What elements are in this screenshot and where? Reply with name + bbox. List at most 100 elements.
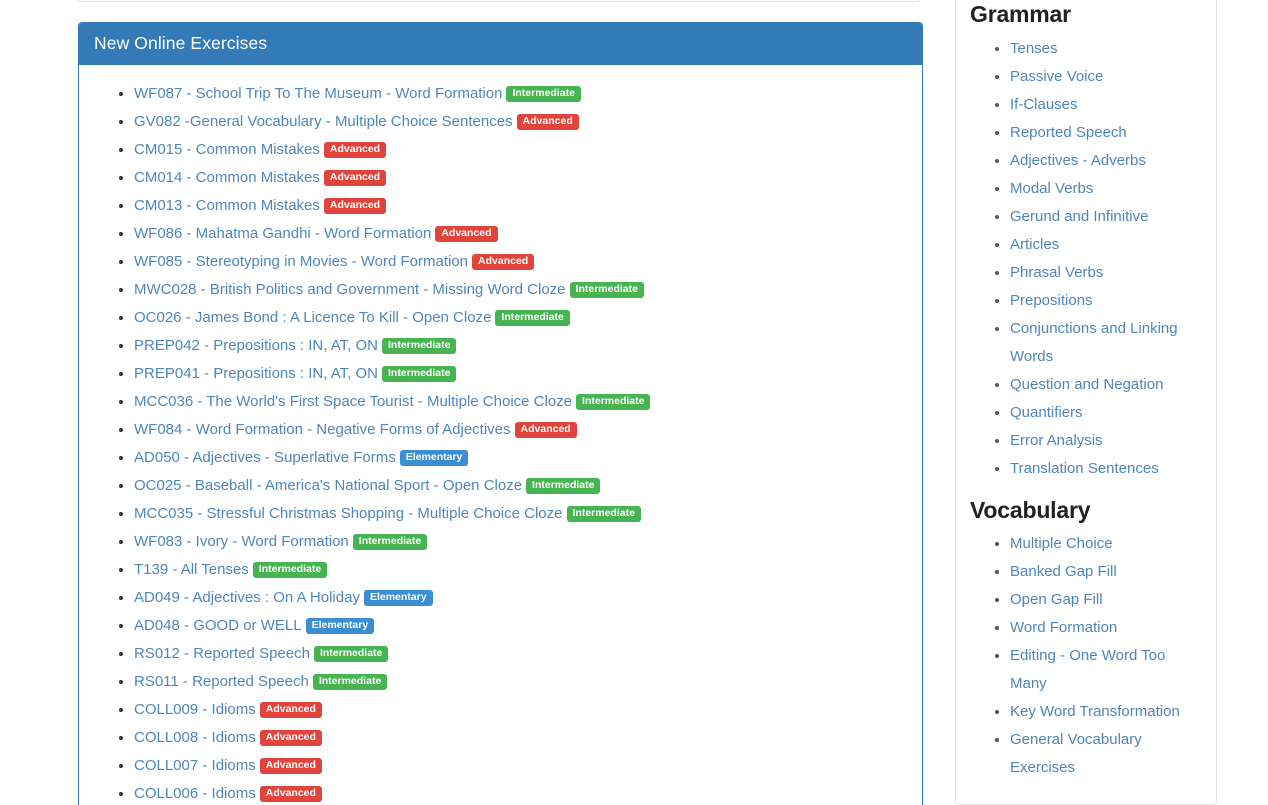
exercise-link[interactable]: RS011 - Reported Speech xyxy=(134,673,309,690)
sidebar-item-gerund-and-infinitive[interactable]: Gerund and Infinitive xyxy=(1010,208,1148,225)
sidebar-list-item: Passive Voice xyxy=(1010,63,1202,91)
sidebar-section-list: Multiple Choice Banked Gap Fill Open Gap F… xyxy=(970,530,1202,782)
level-badge: Advanced xyxy=(260,786,322,802)
level-badge: Intermediate xyxy=(382,366,456,382)
exercise-link[interactable]: MWC028 - British Politics and Government… xyxy=(134,281,566,298)
exercise-link[interactable]: WF086 - Mahatma Gandhi - Word Formation xyxy=(134,225,431,242)
sidebar-item-key-word-transformation[interactable]: Key Word Transformation xyxy=(1010,703,1180,720)
level-badge: Advanced xyxy=(517,114,579,130)
sidebar-item-error-analysis[interactable]: Error Analysis xyxy=(1010,432,1103,449)
sidebar-item-quantifiers[interactable]: Quantifiers xyxy=(1010,404,1083,421)
exercise-link[interactable]: OC026 - James Bond : A Licence To Kill -… xyxy=(134,309,491,326)
sidebar-item-phrasal-verbs[interactable]: Phrasal Verbs xyxy=(1010,264,1103,281)
sidebar-list-item: Adjectives - Adverbs xyxy=(1010,147,1202,175)
sidebar-item-if-clauses[interactable]: If-Clauses xyxy=(1010,96,1078,113)
exercise-list-item: CM013 - Common MistakesAdvanced xyxy=(134,192,907,220)
exercise-link[interactable]: AD049 - Adjectives : On A Holiday xyxy=(134,589,360,606)
exercise-list-item: COLL006 - IdiomsAdvanced xyxy=(134,780,907,805)
sidebar-item-word-formation[interactable]: Word Formation xyxy=(1010,619,1117,636)
exercise-link[interactable]: COLL008 - Idioms xyxy=(134,729,256,746)
level-badge: Advanced xyxy=(515,422,577,438)
level-badge: Advanced xyxy=(324,198,386,214)
sidebar-list-item: Multiple Choice xyxy=(1010,530,1202,558)
sidebar-item-articles[interactable]: Articles xyxy=(1010,236,1059,253)
exercise-link[interactable]: COLL007 - Idioms xyxy=(134,757,256,774)
sidebar-list-item: Translation Sentences xyxy=(1010,455,1202,483)
level-badge: Intermediate xyxy=(353,534,427,550)
sidebar-item-question-and-negation[interactable]: Question and Negation xyxy=(1010,376,1163,393)
exercise-link[interactable]: MCC036 - The World's First Space Tourist… xyxy=(134,393,572,410)
sidebar-item-reported-speech[interactable]: Reported Speech xyxy=(1010,124,1127,141)
sidebar-section-list: Tenses Passive Voice If-Clauses Reported Sp… xyxy=(970,35,1202,483)
exercise-list-item: RS012 - Reported SpeechIntermediate xyxy=(134,640,907,668)
sidebar-list-item: Modal Verbs xyxy=(1010,175,1202,203)
sidebar-item-tenses[interactable]: Tenses xyxy=(1010,40,1058,57)
level-badge: Advanced xyxy=(260,702,322,718)
exercise-link[interactable]: CM013 - Common Mistakes xyxy=(134,197,320,214)
exercise-list-item: COLL007 - IdiomsAdvanced xyxy=(134,752,907,780)
exercise-link[interactable]: WF083 - Ivory - Word Formation xyxy=(134,533,349,550)
sidebar-section-heading: Grammar xyxy=(970,1,1202,29)
sidebar-item-editing-one-word-too-many[interactable]: Editing - One Word Too Many xyxy=(1010,647,1165,692)
sidebar-item-conjunctions-and-linking-words[interactable]: Conjunctions and Linking Words xyxy=(1010,320,1178,365)
categories-panel-body: Grammar Tenses Passive Voice If-Clauses Repo… xyxy=(956,0,1216,804)
new-online-exercises-panel: New Online Exercises WF087 - School Trip… xyxy=(78,22,923,805)
sidebar-item-adjectives-adverbs[interactable]: Adjectives - Adverbs xyxy=(1010,152,1146,169)
exercise-link[interactable]: T139 - All Tenses xyxy=(134,561,249,578)
sidebar-list-item: Word Formation xyxy=(1010,614,1202,642)
exercise-link[interactable]: CM014 - Common Mistakes xyxy=(134,169,320,186)
exercise-list-item: OC025 - Baseball - America's National Sp… xyxy=(134,472,907,500)
exercise-list-item: MCC035 - Stressful Christmas Shopping - … xyxy=(134,500,907,528)
sidebar-item-banked-gap-fill[interactable]: Banked Gap Fill xyxy=(1010,563,1117,580)
exercise-link[interactable]: PREP041 - Prepositions : IN, AT, ON xyxy=(134,365,378,382)
sidebar-list-item: Question and Negation xyxy=(1010,371,1202,399)
sidebar-item-translation-sentences[interactable]: Translation Sentences xyxy=(1010,460,1159,477)
exercise-list-item: PREP041 - Prepositions : IN, AT, ONInter… xyxy=(134,360,907,388)
exercise-list-item: AD049 - Adjectives : On A HolidayElement… xyxy=(134,584,907,612)
exercise-list-item: COLL008 - IdiomsAdvanced xyxy=(134,724,907,752)
exercise-link[interactable]: GV082 -General Vocabulary - Multiple Cho… xyxy=(134,113,513,130)
exercise-link[interactable]: PREP042 - Prepositions : IN, AT, ON xyxy=(134,337,378,354)
page-root: New Online Exercises WF087 - School Trip… xyxy=(0,0,1268,805)
level-badge: Intermediate xyxy=(382,338,456,354)
exercise-link[interactable]: COLL006 - Idioms xyxy=(134,785,256,802)
sidebar-list-item: Tenses xyxy=(1010,35,1202,63)
exercise-link[interactable]: AD050 - Adjectives - Superlative Forms xyxy=(134,449,396,466)
exercise-list-item: WF084 - Word Formation - Negative Forms … xyxy=(134,416,907,444)
exercise-list-item: OC026 - James Bond : A Licence To Kill -… xyxy=(134,304,907,332)
exercise-list: WF087 - School Trip To The Museum - Word… xyxy=(94,80,907,805)
exercise-list-item: CM014 - Common MistakesAdvanced xyxy=(134,164,907,192)
sidebar-item-passive-voice[interactable]: Passive Voice xyxy=(1010,68,1103,85)
panel-body: WF087 - School Trip To The Museum - Word… xyxy=(79,65,922,805)
exercise-list-item: WF087 - School Trip To The Museum - Word… xyxy=(134,80,907,108)
sidebar-item-open-gap-fill[interactable]: Open Gap Fill xyxy=(1010,591,1103,608)
previous-panel-bottom-edge xyxy=(78,0,921,2)
exercise-link[interactable]: WF084 - Word Formation - Negative Forms … xyxy=(134,421,511,438)
exercise-link[interactable]: OC025 - Baseball - America's National Sp… xyxy=(134,477,522,494)
level-badge: Elementary xyxy=(364,590,433,606)
sidebar-item-modal-verbs[interactable]: Modal Verbs xyxy=(1010,180,1093,197)
sidebar-list-item: Conjunctions and Linking Words xyxy=(1010,315,1202,371)
exercise-link[interactable]: MCC035 - Stressful Christmas Shopping - … xyxy=(134,505,563,522)
level-badge: Advanced xyxy=(472,254,534,270)
sidebar-list-item: Reported Speech xyxy=(1010,119,1202,147)
sidebar-item-prepositions[interactable]: Prepositions xyxy=(1010,292,1093,309)
exercise-list-item: WF086 - Mahatma Gandhi - Word FormationA… xyxy=(134,220,907,248)
sidebar-list-item: If-Clauses xyxy=(1010,91,1202,119)
sidebar-item-multiple-choice[interactable]: Multiple Choice xyxy=(1010,535,1113,552)
right-sidebar: Grammar Tenses Passive Voice If-Clauses Repo… xyxy=(955,0,1217,805)
main-content-column: New Online Exercises WF087 - School Trip… xyxy=(78,22,923,805)
sidebar-list-item: Prepositions xyxy=(1010,287,1202,315)
exercise-link[interactable]: AD048 - GOOD or WELL xyxy=(134,617,302,634)
level-badge: Advanced xyxy=(324,170,386,186)
level-badge: Advanced xyxy=(260,730,322,746)
exercise-link[interactable]: CM015 - Common Mistakes xyxy=(134,141,320,158)
exercise-list-item: AD048 - GOOD or WELLElementary xyxy=(134,612,907,640)
exercise-link[interactable]: WF085 - Stereotyping in Movies - Word Fo… xyxy=(134,253,468,270)
exercise-list-item: COLL009 - IdiomsAdvanced xyxy=(134,696,907,724)
exercise-link[interactable]: RS012 - Reported Speech xyxy=(134,645,310,662)
exercise-link[interactable]: COLL009 - Idioms xyxy=(134,701,256,718)
sidebar-list-item: Phrasal Verbs xyxy=(1010,259,1202,287)
sidebar-item-general-vocabulary-exercises[interactable]: General Vocabulary Exercises xyxy=(1010,731,1142,776)
exercise-link[interactable]: WF087 - School Trip To The Museum - Word… xyxy=(134,85,502,102)
